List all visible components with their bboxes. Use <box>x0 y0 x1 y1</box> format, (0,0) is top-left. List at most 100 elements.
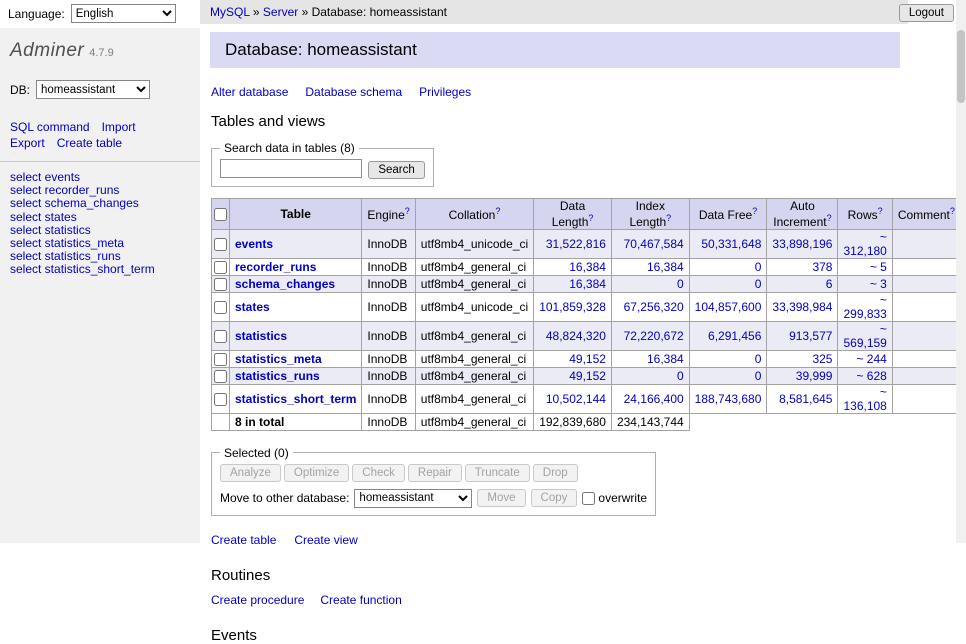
sidebar-action-link[interactable]: Import <box>102 120 136 134</box>
routine-link[interactable]: Create function <box>320 593 401 607</box>
collation-cell: utf8mb4_unicode_ci <box>415 292 533 321</box>
table-row: schema_changesInnoDButf8mb4_general_ci16… <box>212 275 961 292</box>
table-name-link[interactable]: recorder_runs <box>235 260 316 274</box>
truncate-button[interactable]: Truncate <box>465 464 530 482</box>
tables-total-row: 8 in totalInnoDButf8mb4_general_ci192,83… <box>212 413 961 430</box>
total-engine: InnoDB <box>362 413 415 430</box>
select-all-cell <box>212 198 230 229</box>
sidebar-action-link[interactable]: Create table <box>57 136 122 150</box>
help-link[interactable]: ? <box>495 206 500 216</box>
help-link[interactable]: ? <box>588 213 593 223</box>
sidebar-table-links: select eventsselect recorder_runsselect … <box>10 171 190 277</box>
create-link[interactable]: Create table <box>211 533 276 547</box>
row-checkbox[interactable] <box>214 393 227 406</box>
rows-cell: ~ 3 <box>838 275 892 292</box>
row-checkbox[interactable] <box>214 301 227 314</box>
data-free-cell: 0 <box>689 350 767 367</box>
logout-button[interactable]: Logout <box>899 4 954 22</box>
help-link[interactable]: ? <box>752 206 757 216</box>
data-free-cell: 0 <box>689 275 767 292</box>
engine-cell: InnoDB <box>362 292 415 321</box>
row-checkbox[interactable] <box>214 261 227 274</box>
check-button[interactable]: Check <box>352 464 405 482</box>
sidebar-table-link[interactable]: select schema_changes <box>10 197 190 210</box>
main-content: Database: homeassistant Alter databaseDa… <box>200 24 956 543</box>
table-name-link[interactable]: statistics_runs <box>235 369 320 383</box>
db-label: DB: <box>10 83 30 97</box>
help-link[interactable]: ? <box>878 206 883 216</box>
move-button[interactable]: Move <box>477 489 525 507</box>
language-select[interactable]: English <box>71 4 176 23</box>
table-name-link[interactable]: statistics_short_term <box>235 392 356 406</box>
search-button[interactable]: Search <box>368 161 424 179</box>
breadcrumb-link[interactable]: Server <box>263 5 298 19</box>
row-checkbox[interactable] <box>214 353 227 366</box>
comment-cell <box>892 321 960 350</box>
row-checkbox[interactable] <box>214 238 227 251</box>
table-name-link[interactable]: schema_changes <box>235 277 335 291</box>
table-name-link[interactable]: statistics_meta <box>235 352 322 366</box>
auto-increment-cell: 325 <box>767 350 838 367</box>
analyze-button[interactable]: Analyze <box>220 464 281 482</box>
comment-cell <box>892 258 960 275</box>
search-fieldset: Search data in tables (8) Search <box>211 141 434 187</box>
sidebar-actions-row2: Export Create table <box>10 135 190 151</box>
column-header-data-free: Data Free? <box>689 198 767 229</box>
brand-row: Adminer4.7.9 <box>10 40 190 62</box>
scrollbar-thumb[interactable] <box>957 30 965 103</box>
row-checkbox[interactable] <box>214 370 227 383</box>
help-link[interactable]: ? <box>405 206 410 216</box>
db-action-link[interactable]: Privileges <box>419 85 471 99</box>
column-header-data-length: Data Length? <box>534 198 612 229</box>
events-heading: Events <box>211 627 956 644</box>
db-select[interactable]: homeassistant <box>36 80 150 99</box>
routine-link[interactable]: Create procedure <box>211 593 304 607</box>
language-label: Language: <box>8 7 65 21</box>
search-input[interactable] <box>220 159 362 178</box>
help-link[interactable]: ? <box>950 206 955 216</box>
table-row: recorder_runsInnoDButf8mb4_general_ci16,… <box>212 258 961 275</box>
column-header-table: Table <box>230 198 362 229</box>
create-link[interactable]: Create view <box>294 533 357 547</box>
table-row: statistics_runsInnoDButf8mb4_general_ci4… <box>212 367 961 384</box>
engine-cell: InnoDB <box>362 275 415 292</box>
total-checkbox-cell <box>212 413 230 430</box>
help-link[interactable]: ? <box>827 213 832 223</box>
auto-increment-cell: 6 <box>767 275 838 292</box>
sidebar-table-link[interactable]: select statistics_short_term <box>10 263 190 276</box>
table-header-row: TableEngine?Collation?Data Length?Index … <box>212 198 961 229</box>
drop-button[interactable]: Drop <box>533 464 578 482</box>
repair-button[interactable]: Repair <box>408 464 462 482</box>
data-free-cell: 0 <box>689 367 767 384</box>
sidebar-action-link[interactable]: SQL command <box>10 120 90 134</box>
create-links: Create table Create view <box>211 533 956 547</box>
db-action-link[interactable]: Alter database <box>211 85 288 99</box>
move-db-select[interactable]: homeassistant <box>354 489 472 508</box>
db-action-links: Alter database Database schema Privileges <box>211 85 956 99</box>
vertical-scrollbar[interactable] <box>956 0 966 543</box>
sidebar-table-link[interactable]: select states <box>10 211 190 224</box>
row-checkbox[interactable] <box>214 278 227 291</box>
comment-cell <box>892 275 960 292</box>
table-name-link[interactable]: states <box>235 300 270 314</box>
overwrite-label: overwrite <box>598 491 647 505</box>
index-length-cell: 0 <box>611 367 689 384</box>
collation-cell: utf8mb4_general_ci <box>415 275 533 292</box>
table-name-link[interactable]: statistics <box>235 329 287 343</box>
row-checkbox[interactable] <box>214 330 227 343</box>
select-all-checkbox[interactable] <box>214 208 227 221</box>
db-action-link[interactable]: Database schema <box>305 85 402 99</box>
table-name-link[interactable]: events <box>235 237 273 251</box>
rows-cell: ~ 5 <box>838 258 892 275</box>
optimize-button[interactable]: Optimize <box>284 464 349 482</box>
sidebar-action-link[interactable]: Export <box>10 136 45 150</box>
auto-increment-cell: 8,581,645 <box>767 384 838 413</box>
copy-button[interactable]: Copy <box>531 489 578 507</box>
collation-cell: utf8mb4_general_ci <box>415 384 533 413</box>
overwrite-checkbox[interactable] <box>582 492 595 505</box>
total-data-length: 192,839,680 <box>534 413 612 430</box>
breadcrumb: MySQL » Server » Database: homeassistant <box>200 0 908 24</box>
breadcrumb-link[interactable]: MySQL <box>210 5 250 19</box>
help-link[interactable]: ? <box>666 213 671 223</box>
column-header-comment: Comment? <box>892 198 960 229</box>
